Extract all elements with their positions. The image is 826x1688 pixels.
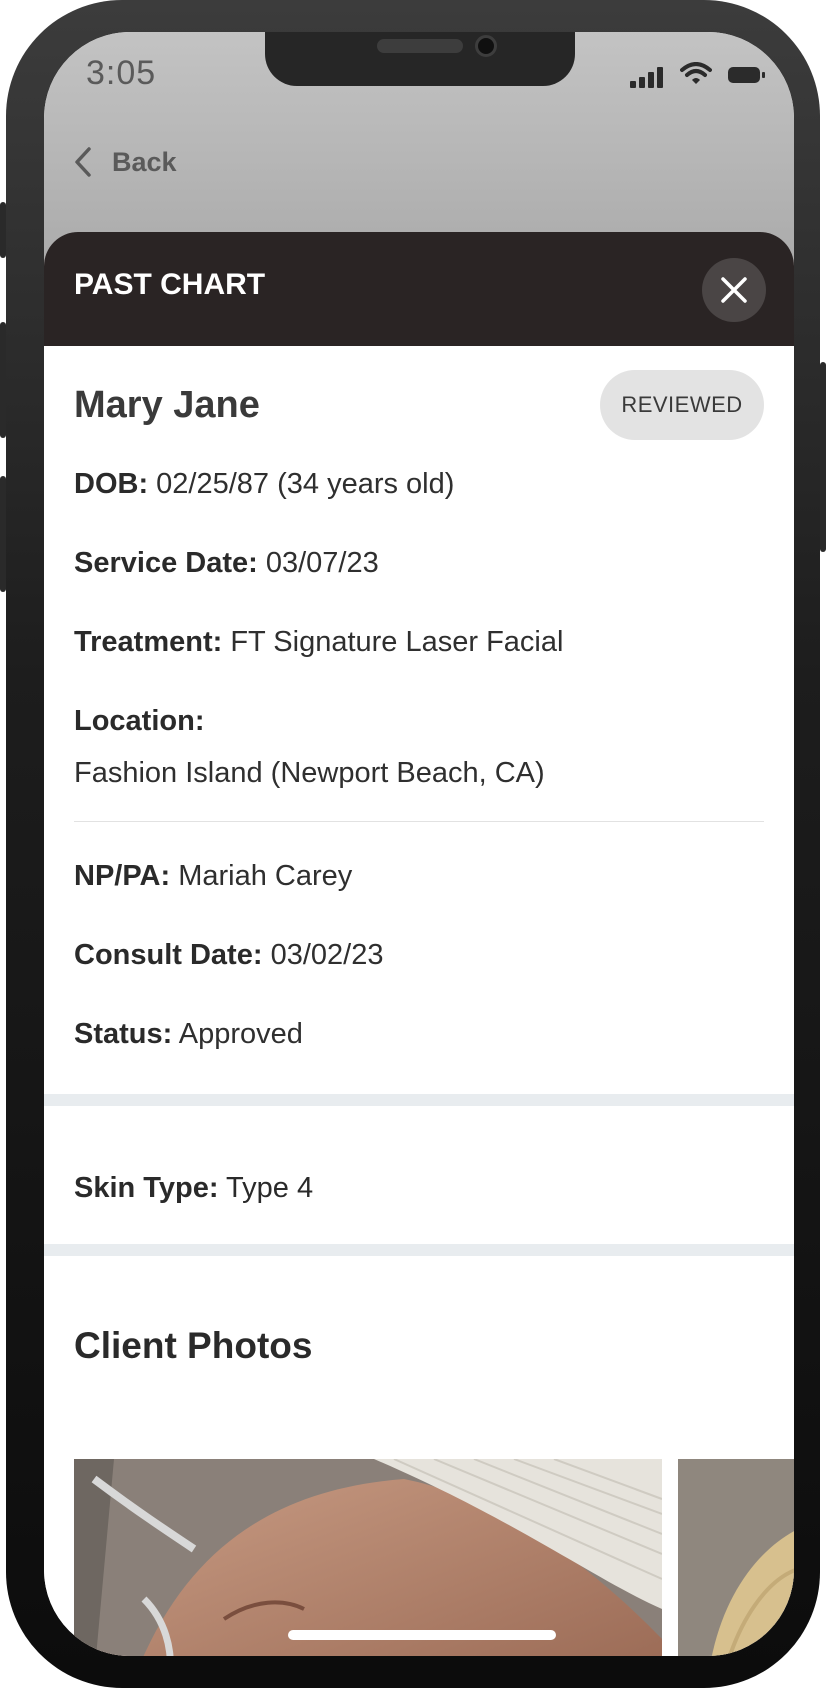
field-dob: DOB: 02/25/87 (34 years old) xyxy=(74,464,764,504)
section-separator xyxy=(44,1094,794,1106)
field-skin-type: Skin Type: Type 4 xyxy=(74,1106,764,1244)
consult-date-label: Consult Date: xyxy=(74,939,263,971)
phone-frame: 3:05 Back PAST CHART Mary Jane REVIEWED … xyxy=(6,0,820,1688)
field-location: Location: Fashion Island (Newport Beach,… xyxy=(74,701,764,793)
location-label: Location: xyxy=(74,705,205,737)
treatment-label: Treatment: xyxy=(74,626,223,658)
skin-type-label: Skin Type: xyxy=(74,1172,219,1204)
phone-notch xyxy=(265,32,575,86)
field-status: Status: Approved xyxy=(74,1014,764,1054)
front-camera xyxy=(475,35,497,57)
field-consult-date: Consult Date: 03/02/23 xyxy=(74,935,764,975)
power-button xyxy=(820,362,826,552)
client-photos-title: Client Photos xyxy=(74,1325,313,1366)
chart-content: Mary Jane REVIEWED DOB: 02/25/87 (34 yea… xyxy=(44,346,794,1376)
past-chart-sheet: PAST CHART Mary Jane REVIEWED DOB: 02/25… xyxy=(44,232,794,1656)
client-header: Mary Jane REVIEWED xyxy=(74,346,764,464)
client-photo-image xyxy=(74,1459,662,1656)
client-photo[interactable] xyxy=(74,1459,662,1656)
client-name: Mary Jane xyxy=(74,384,260,426)
sheet-title: PAST CHART xyxy=(74,268,266,301)
service-date-value: 03/07/23 xyxy=(265,547,379,579)
client-photo[interactable] xyxy=(678,1459,794,1656)
sheet-header: PAST CHART xyxy=(44,232,794,346)
status-time: 3:05 xyxy=(86,54,157,92)
treatment-value: FT Signature Laser Facial xyxy=(230,626,564,658)
dob-label: DOB: xyxy=(74,468,149,500)
section-separator xyxy=(44,1244,794,1256)
field-service-date: Service Date: 03/07/23 xyxy=(74,543,764,583)
back-button[interactable]: Back xyxy=(74,142,177,182)
client-photos-carousel[interactable] xyxy=(74,1459,794,1656)
divider xyxy=(74,821,764,822)
dob-value: 02/25/87 (34 years old) xyxy=(156,468,455,500)
back-label: Back xyxy=(112,146,177,177)
client-photo-image xyxy=(678,1459,794,1656)
phone-screen: 3:05 Back PAST CHART Mary Jane REVIEWED … xyxy=(44,32,794,1656)
status-label: Status: xyxy=(74,1018,173,1050)
chevron-left-icon xyxy=(75,147,91,177)
status-badge: REVIEWED xyxy=(600,370,764,440)
wifi-icon xyxy=(680,62,712,84)
status-value: Approved xyxy=(178,1018,303,1050)
field-np-pa: NP/PA: Mariah Carey xyxy=(74,856,764,896)
consult-date-value: 03/02/23 xyxy=(270,939,384,971)
skin-type-value: Type 4 xyxy=(226,1172,314,1204)
close-icon xyxy=(721,277,747,303)
location-value: Fashion Island (Newport Beach, CA) xyxy=(74,757,545,789)
close-button[interactable] xyxy=(702,258,766,322)
status-icons xyxy=(630,62,770,88)
battery-icon xyxy=(728,67,765,83)
speaker-grille xyxy=(377,39,463,53)
np-pa-value: Mariah Carey xyxy=(178,860,353,892)
home-indicator xyxy=(288,1630,556,1640)
service-date-label: Service Date: xyxy=(74,547,258,579)
field-treatment: Treatment: FT Signature Laser Facial xyxy=(74,622,764,662)
np-pa-label: NP/PA: xyxy=(74,860,171,892)
